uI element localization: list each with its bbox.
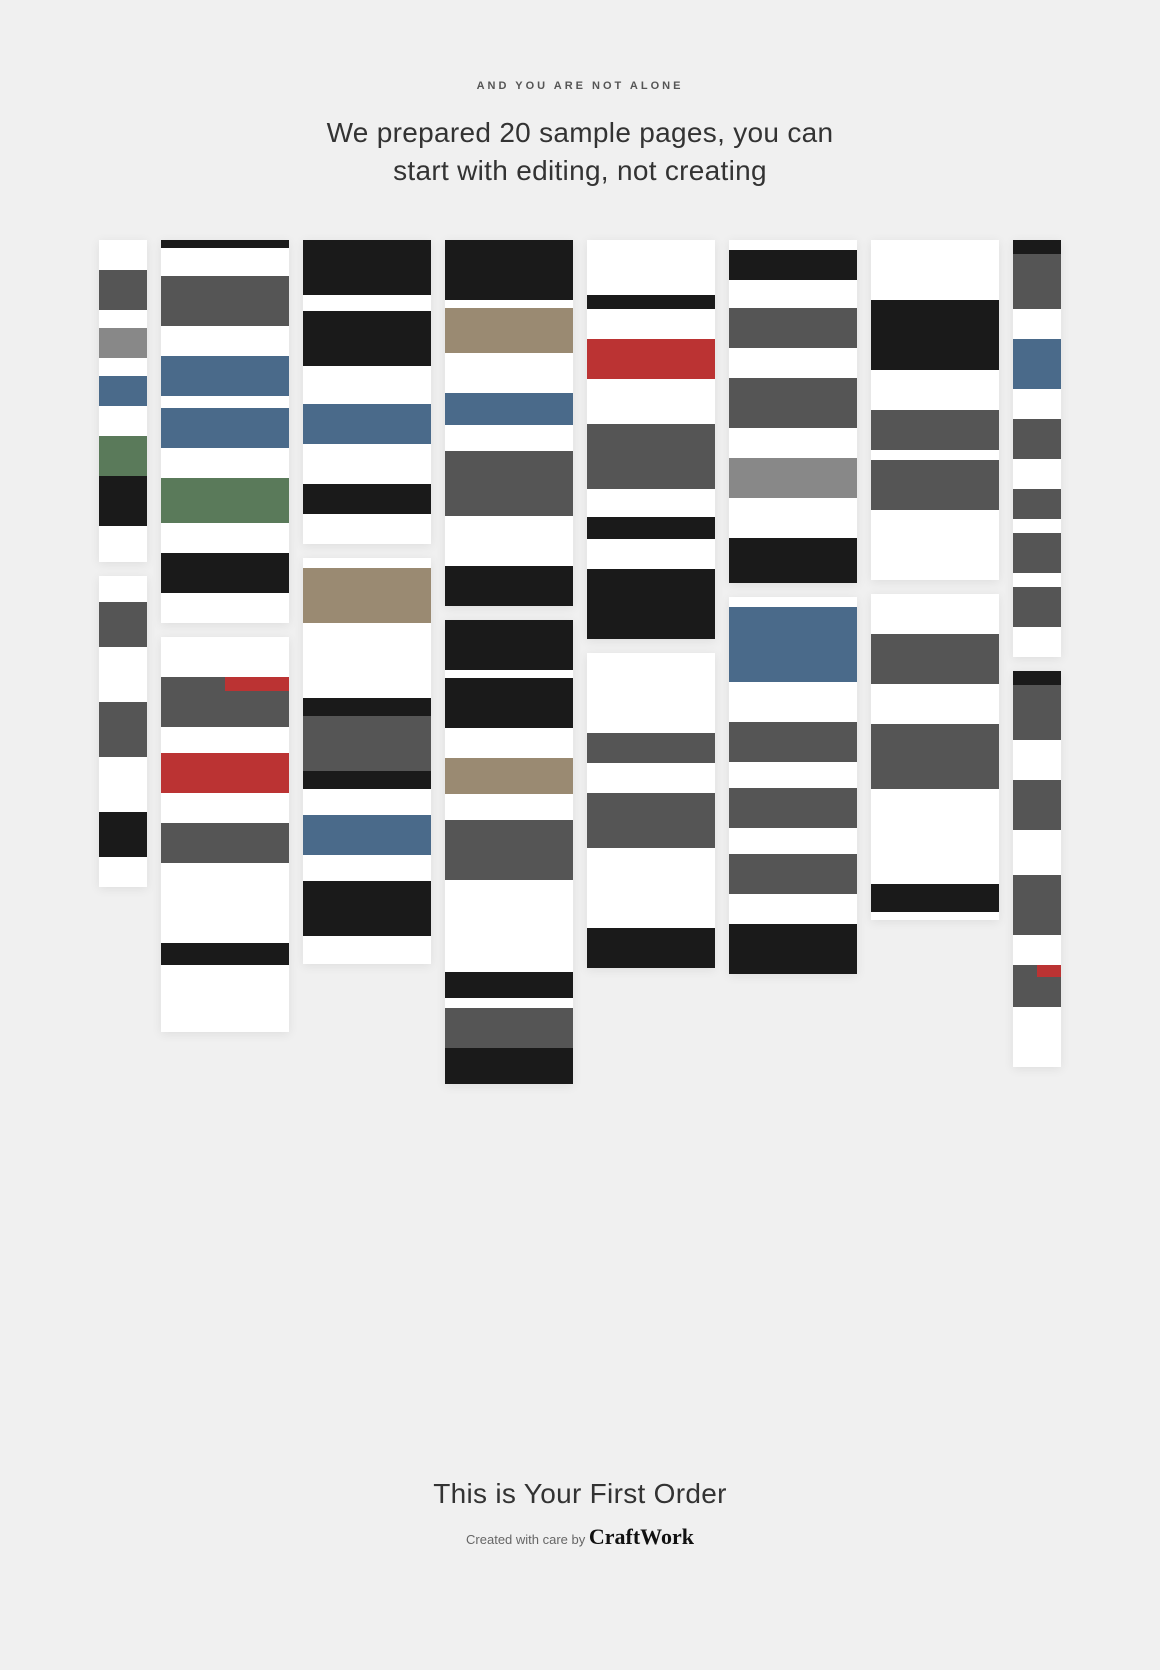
overline-text: AND YOU ARE NOT ALONE [0, 80, 1160, 92]
gallery-column [587, 240, 715, 1084]
sample-page-thumbnail [729, 240, 857, 583]
sample-pages-gallery [0, 240, 1160, 1084]
sample-page-thumbnail [871, 240, 999, 580]
gallery-column [729, 240, 857, 1084]
gallery-column [445, 240, 573, 1084]
gallery-column [99, 240, 147, 1084]
sample-page-thumbnail [303, 558, 431, 964]
sample-page-thumbnail [871, 594, 999, 920]
sample-page-thumbnail [161, 637, 289, 1032]
sample-page-thumbnail [303, 240, 431, 544]
sample-page-thumbnail [445, 620, 573, 1084]
sample-page-thumbnail [729, 597, 857, 974]
sample-page-thumbnail [587, 240, 715, 639]
sample-page-thumbnail [99, 576, 147, 887]
sample-page-thumbnail [161, 240, 289, 623]
sample-page-thumbnail [587, 653, 715, 968]
footer-block: This is Your First Order Created with ca… [0, 1478, 1160, 1550]
heading-line-1: We prepared 20 sample pages, you can [327, 117, 834, 148]
main-heading: We prepared 20 sample pages, you can sta… [0, 114, 1160, 190]
footer-subtitle: Created with care by CraftWork [0, 1524, 1160, 1550]
gallery-column [871, 240, 999, 1084]
header-block: AND YOU ARE NOT ALONE We prepared 20 sam… [0, 0, 1160, 190]
gallery-column [1013, 240, 1061, 1084]
sample-page-thumbnail [99, 240, 147, 562]
brand-logo: CraftWork [589, 1524, 694, 1549]
gallery-column [161, 240, 289, 1084]
footer-title: This is Your First Order [0, 1478, 1160, 1510]
sample-page-thumbnail [1013, 671, 1061, 1067]
gallery-column [303, 240, 431, 1084]
sample-page-thumbnail [1013, 240, 1061, 657]
sample-page-thumbnail [445, 240, 573, 606]
heading-line-2: start with editing, not creating [393, 155, 767, 186]
footer-sub-prefix: Created with care by [466, 1532, 589, 1547]
